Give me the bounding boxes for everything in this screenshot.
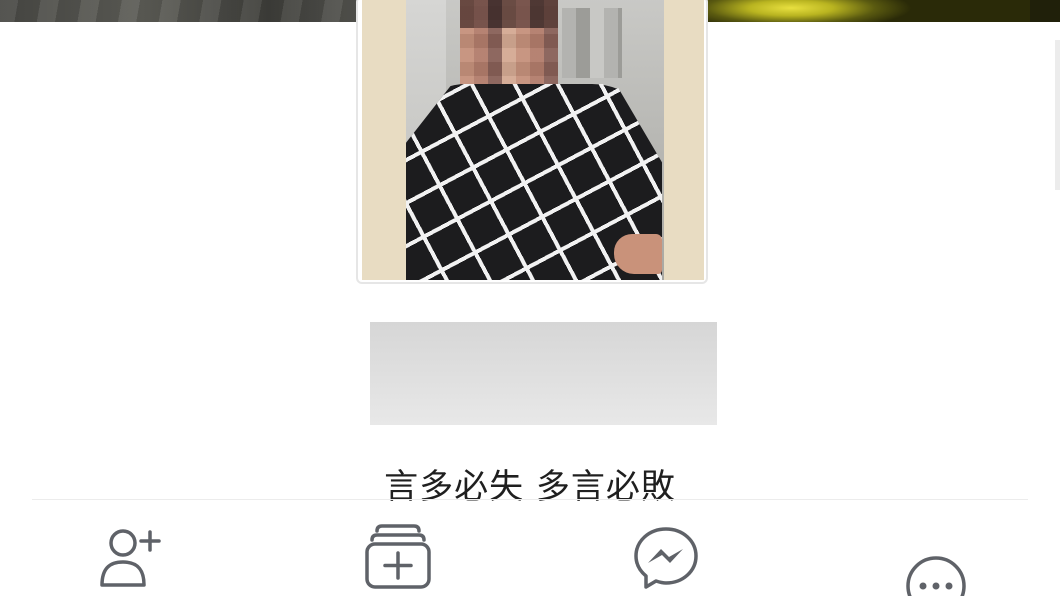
cover-photo-left xyxy=(0,0,358,22)
redacted-profile-name xyxy=(370,322,717,425)
add-friend-button[interactable] xyxy=(97,524,163,588)
add-to-story-button[interactable] xyxy=(364,522,432,590)
cover-photo-edge xyxy=(1030,0,1060,22)
photo-blur-region xyxy=(562,8,622,78)
add-story-icon xyxy=(365,524,431,589)
message-button[interactable] xyxy=(633,526,699,590)
profile-photo xyxy=(362,0,704,280)
messenger-icon xyxy=(634,527,698,589)
profile-picture[interactable] xyxy=(356,0,708,284)
more-options-button[interactable] xyxy=(904,554,968,596)
scrollbar[interactable] xyxy=(1055,40,1060,190)
face-pixelation xyxy=(460,0,558,90)
more-icon xyxy=(906,556,966,596)
cover-photo-right xyxy=(706,0,1060,22)
photo-hand xyxy=(614,234,662,274)
add-friend-icon xyxy=(100,529,161,587)
